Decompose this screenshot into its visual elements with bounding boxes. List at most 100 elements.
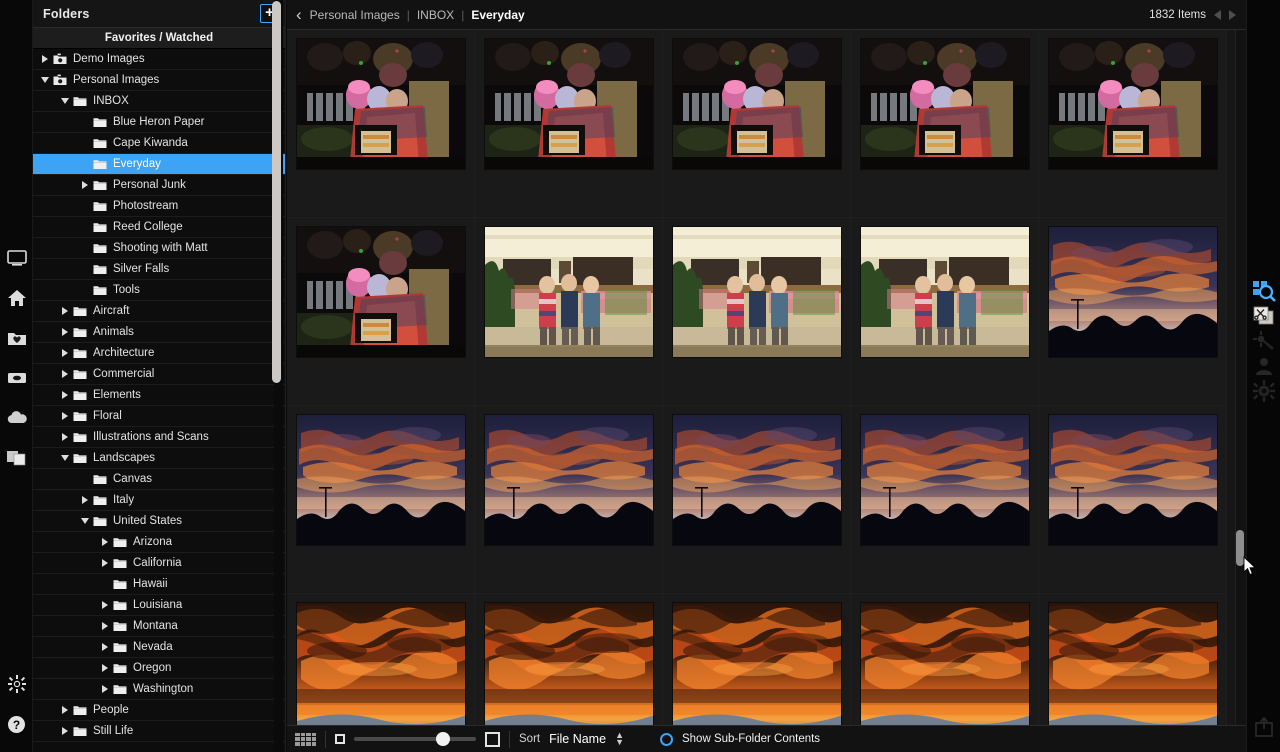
light-effects-icon[interactable] bbox=[1247, 328, 1280, 353]
thumbnail-cell[interactable] bbox=[663, 594, 851, 725]
breadcrumb-item[interactable]: Everyday bbox=[471, 8, 524, 22]
chevron-right-icon[interactable] bbox=[38, 53, 51, 66]
person-icon[interactable] bbox=[1247, 353, 1280, 378]
folder-tree-item[interactable]: Landscapes bbox=[33, 448, 285, 469]
thumbnail-cell[interactable] bbox=[851, 406, 1039, 594]
next-page-button[interactable] bbox=[1229, 10, 1236, 20]
thumb-fire-clouds-3[interactable] bbox=[671, 602, 842, 725]
favorites-watched-header[interactable]: Favorites / Watched bbox=[33, 28, 285, 49]
folder-tree-item[interactable]: United States bbox=[33, 511, 285, 532]
thumbnail-cell[interactable] bbox=[851, 30, 1039, 218]
scanner-icon[interactable] bbox=[0, 358, 33, 398]
folder-tree-item[interactable]: Louisiana bbox=[33, 595, 285, 616]
gear-icon[interactable] bbox=[0, 664, 33, 704]
folder-tree-item[interactable]: Blue Heron Paper bbox=[33, 112, 285, 133]
thumb-sunset-ridge-5[interactable] bbox=[859, 414, 1030, 546]
thumbnail-cell[interactable] bbox=[475, 406, 663, 594]
thumbnail-size-slider-knob[interactable] bbox=[436, 732, 450, 746]
chevron-right-icon[interactable] bbox=[58, 725, 71, 738]
folder-tree-item[interactable]: Everyday bbox=[33, 154, 285, 175]
chevron-right-icon[interactable] bbox=[98, 662, 111, 675]
chevron-right-icon[interactable] bbox=[58, 389, 71, 402]
chevron-right-icon[interactable] bbox=[58, 704, 71, 717]
thumbnail-cell[interactable] bbox=[1039, 406, 1227, 594]
sort-value[interactable]: File Name bbox=[549, 732, 606, 746]
folder-tree-item[interactable]: Nevada bbox=[33, 637, 285, 658]
photos-stack-icon[interactable] bbox=[0, 438, 33, 478]
thumbnail-cell[interactable] bbox=[287, 594, 475, 725]
thumb-market-kids-1[interactable] bbox=[483, 226, 654, 358]
folder-tree-item[interactable]: California bbox=[33, 553, 285, 574]
thumb-sunset-ridge-3[interactable] bbox=[483, 414, 654, 546]
folder-tree-item[interactable]: People bbox=[33, 700, 285, 721]
folder-tree-item[interactable]: Cape Kiwanda bbox=[33, 133, 285, 154]
chevron-down-icon[interactable] bbox=[58, 452, 71, 465]
chevron-right-icon[interactable] bbox=[98, 536, 111, 549]
folder-tree-item[interactable]: Shooting with Matt bbox=[33, 238, 285, 259]
folder-tree-item[interactable]: Personal Images bbox=[33, 70, 285, 91]
cloud-icon[interactable] bbox=[0, 398, 33, 438]
folder-tree-item[interactable]: Italy bbox=[33, 490, 285, 511]
thumbnail-cell[interactable] bbox=[663, 406, 851, 594]
thumbnail-size-slider[interactable] bbox=[354, 732, 476, 746]
chevron-right-icon[interactable] bbox=[58, 347, 71, 360]
thumbnail-cell[interactable] bbox=[663, 30, 851, 218]
thumb-fire-clouds-2[interactable] bbox=[483, 602, 654, 725]
chevron-right-icon[interactable] bbox=[58, 431, 71, 444]
folder-tree-item[interactable]: Commercial bbox=[33, 364, 285, 385]
thumbnail-cell[interactable] bbox=[287, 218, 475, 406]
thumbnail-cell[interactable] bbox=[1039, 218, 1227, 406]
adjust-gear-icon[interactable] bbox=[1247, 378, 1280, 403]
thumbnail-cell[interactable] bbox=[1039, 594, 1227, 725]
thumbnail-cell[interactable] bbox=[851, 594, 1039, 725]
grid-view-icon[interactable] bbox=[295, 732, 316, 746]
thumb-night-crowd-2[interactable] bbox=[483, 38, 654, 170]
display-icon[interactable] bbox=[0, 238, 33, 278]
thumbnail-size-min-icon[interactable] bbox=[335, 734, 345, 744]
chevron-right-icon[interactable] bbox=[78, 179, 91, 192]
thumbnail-cell[interactable] bbox=[1039, 30, 1227, 218]
thumbnail-size-max-icon[interactable] bbox=[485, 731, 500, 747]
thumbnail-cell[interactable] bbox=[851, 218, 1039, 406]
folder-tree-item[interactable]: Animals bbox=[33, 322, 285, 343]
folder-tree-item[interactable]: Canvas bbox=[33, 469, 285, 490]
chevron-right-icon[interactable] bbox=[58, 410, 71, 423]
folder-tree-item[interactable]: Demo Images bbox=[33, 49, 285, 70]
previous-page-button[interactable] bbox=[1214, 10, 1221, 20]
grid-scrollbar-thumb[interactable] bbox=[1236, 530, 1244, 566]
folder-tree-item[interactable]: Personal Junk bbox=[33, 175, 285, 196]
chevron-down-icon[interactable] bbox=[38, 74, 51, 87]
chevron-right-icon[interactable] bbox=[98, 683, 111, 696]
chevron-right-icon[interactable] bbox=[78, 494, 91, 507]
folder-tree-item[interactable]: Hawaii bbox=[33, 574, 285, 595]
thumbnail-cell[interactable] bbox=[475, 218, 663, 406]
export-icon[interactable] bbox=[1247, 710, 1280, 744]
home-icon[interactable] bbox=[0, 278, 33, 318]
folder-tree-item[interactable]: Tools bbox=[33, 280, 285, 301]
thumb-market-kids-2[interactable] bbox=[671, 226, 842, 358]
thumbnail-grid-scroll[interactable] bbox=[287, 30, 1246, 725]
thumbnail-cell[interactable] bbox=[663, 218, 851, 406]
back-button[interactable]: ‹ bbox=[293, 6, 310, 23]
chevron-right-icon[interactable] bbox=[98, 620, 111, 633]
thumb-sunset-ridge-4[interactable] bbox=[671, 414, 842, 546]
thumbnail-cell[interactable] bbox=[287, 30, 475, 218]
folders-scrollbar-thumb[interactable] bbox=[272, 1, 281, 383]
folder-tree-item[interactable]: Oregon bbox=[33, 658, 285, 679]
folder-tree-item[interactable]: INBOX bbox=[33, 91, 285, 112]
thumb-fire-clouds-1[interactable] bbox=[295, 602, 466, 725]
folder-tree-item[interactable]: Montana bbox=[33, 616, 285, 637]
chevron-right-icon[interactable] bbox=[98, 557, 111, 570]
thumb-fire-clouds-4[interactable] bbox=[859, 602, 1030, 725]
thumbnail-cell[interactable] bbox=[287, 406, 475, 594]
folder-tree-item[interactable]: Elements bbox=[33, 385, 285, 406]
thumb-night-crowd-6[interactable] bbox=[295, 226, 466, 358]
thumbnail-cell[interactable] bbox=[475, 30, 663, 218]
thumb-sunset-ridge-1[interactable] bbox=[1047, 226, 1218, 358]
grid-scrollbar-track[interactable] bbox=[1235, 30, 1246, 725]
folder-tree-item[interactable]: Reed College bbox=[33, 217, 285, 238]
folder-tree-item[interactable]: Floral bbox=[33, 406, 285, 427]
chevron-down-icon[interactable] bbox=[78, 515, 91, 528]
chevron-right-icon[interactable] bbox=[58, 305, 71, 318]
search-images-icon[interactable] bbox=[1247, 278, 1280, 303]
